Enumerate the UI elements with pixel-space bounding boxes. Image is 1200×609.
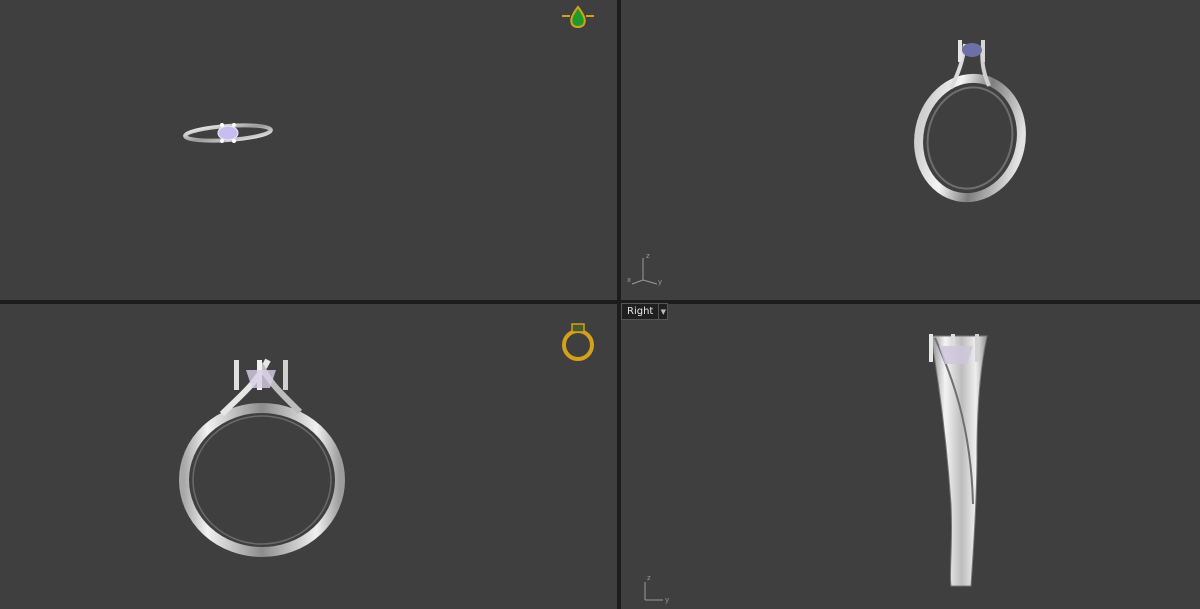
axis-x-label: x bbox=[627, 276, 632, 284]
ring-right-model[interactable] bbox=[929, 334, 988, 587]
front-view-canvas bbox=[179, 323, 594, 557]
gold-ring-icon bbox=[562, 323, 594, 361]
axis-z-label: z bbox=[646, 252, 650, 260]
ring-top-model[interactable] bbox=[183, 123, 273, 143]
axis-z-label: z bbox=[647, 574, 651, 582]
pear-pendant-icon bbox=[562, 5, 594, 28]
viewport-title-right[interactable]: Right ▼ bbox=[621, 303, 669, 320]
viewport-title-text[interactable]: Right bbox=[622, 304, 658, 319]
ring-front-model[interactable] bbox=[179, 358, 345, 557]
top-view-canvas bbox=[183, 5, 594, 143]
perspective-view-canvas bbox=[908, 40, 1033, 207]
right-view-canvas bbox=[929, 334, 988, 587]
viewport-top[interactable] bbox=[0, 0, 617, 300]
ring-perspective-model[interactable] bbox=[908, 40, 1033, 207]
viewport-divider-horizontal[interactable] bbox=[0, 300, 1200, 304]
chevron-down-icon[interactable]: ▼ bbox=[658, 304, 667, 319]
axis-y-label: y bbox=[665, 596, 670, 604]
axis-y-label: y bbox=[658, 278, 663, 286]
viewport-right[interactable]: z y bbox=[621, 304, 1200, 609]
viewport-perspective[interactable]: z y x bbox=[621, 0, 1200, 300]
viewport-front[interactable] bbox=[0, 304, 617, 609]
